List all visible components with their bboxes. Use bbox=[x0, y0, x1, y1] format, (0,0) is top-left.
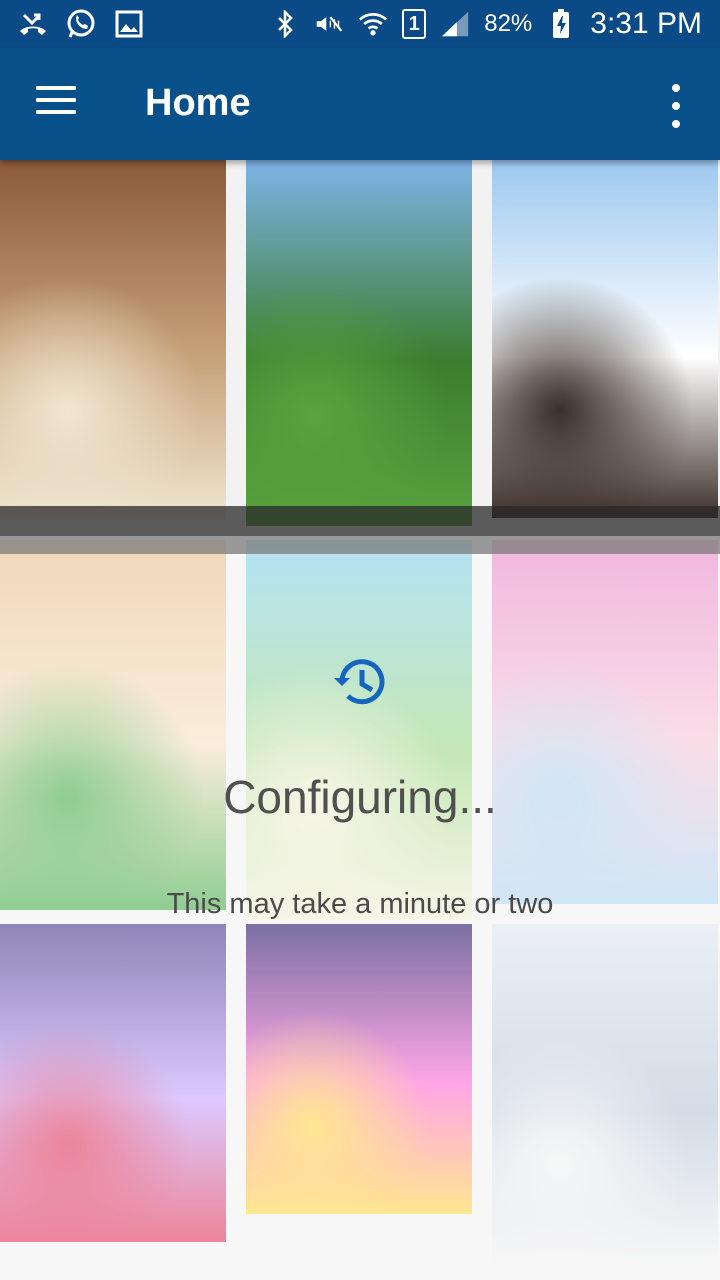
battery-percent: 82% bbox=[484, 10, 533, 37]
mute-icon bbox=[314, 9, 344, 39]
signal-icon bbox=[440, 9, 470, 39]
gallery-icon bbox=[114, 9, 144, 39]
bluetooth-icon bbox=[270, 9, 300, 39]
battery-charging-icon bbox=[546, 9, 576, 39]
auditorium-event-photo[interactable] bbox=[0, 160, 226, 520]
overflow-menu-icon[interactable] bbox=[662, 84, 690, 128]
whatsapp-icon bbox=[66, 9, 96, 39]
wifi-icon bbox=[358, 9, 388, 39]
sim-icon: 1 bbox=[402, 9, 427, 39]
page-title: Home bbox=[145, 82, 251, 124]
confetti-celebration-photo[interactable] bbox=[492, 160, 718, 518]
hamburger-menu-icon[interactable] bbox=[36, 86, 76, 122]
history-clock-icon bbox=[330, 652, 390, 712]
configuring-subtitle: This may take a minute or two bbox=[166, 888, 554, 920]
status-bar: 1 82% 3:31 PM bbox=[0, 0, 720, 48]
app-bar: Home bbox=[0, 48, 720, 160]
tug-of-war-photo[interactable] bbox=[246, 160, 472, 526]
configuring-title: Configuring... bbox=[223, 771, 497, 823]
missed-call-icon bbox=[18, 9, 48, 39]
clock: 3:31 PM bbox=[590, 7, 702, 40]
